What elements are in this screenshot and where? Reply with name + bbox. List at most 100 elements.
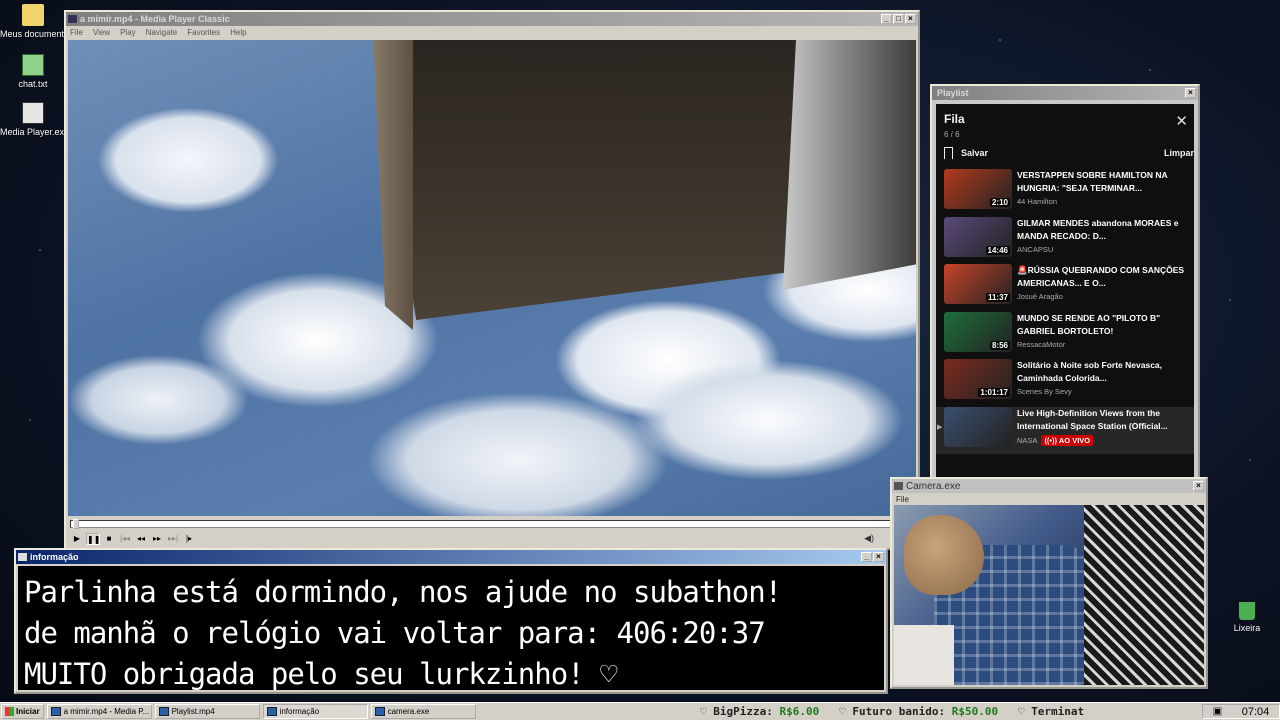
- camera-app-icon: [894, 482, 903, 490]
- stop-icon[interactable]: ■: [102, 533, 116, 545]
- playlist-panel: Fila 6 / 6 ✕ Salvar Limpar 2:10 VERSTAPP…: [936, 104, 1194, 480]
- media-player-titlebar[interactable]: a mimir.mp4 - Media Player Classic _ □ ×: [66, 12, 918, 26]
- volume-icon[interactable]: ◀): [864, 533, 874, 544]
- menu-play[interactable]: Play: [120, 28, 136, 37]
- task-playlist[interactable]: Playlist.mp4: [154, 704, 260, 719]
- video-thumbnail: [944, 406, 1012, 447]
- playlist-item[interactable]: 14:46 GILMAR MENDES abandona MORAES e MA…: [936, 216, 1194, 265]
- task-label: Playlist.mp4: [171, 707, 215, 716]
- desktop-icon-recycle-bin[interactable]: Lixeira: [1214, 602, 1280, 633]
- playlist-title: Fila: [944, 112, 965, 126]
- clock[interactable]: 07:04: [1242, 706, 1270, 718]
- menu-file[interactable]: File: [70, 28, 83, 37]
- info-titlebar[interactable]: informação _ ×: [16, 550, 886, 564]
- channel-name: Scenes By Sevy: [1017, 387, 1072, 396]
- camera-titlebar[interactable]: Camera.exe ×: [892, 479, 1206, 493]
- live-badge: ((•)) AO VIVO: [1041, 434, 1094, 446]
- duration-badge: 14:46: [985, 245, 1010, 255]
- playlist-actions: Salvar Limpar: [936, 139, 1194, 160]
- patterned-blanket: [1084, 505, 1204, 685]
- play-icon[interactable]: ▶: [70, 533, 84, 545]
- maximize-button[interactable]: □: [893, 14, 904, 24]
- duration-badge: 11:37: [985, 293, 1010, 302]
- playlist-header: Fila 6 / 6 ✕: [936, 104, 1194, 139]
- video-thumbnail: 1:01:17: [944, 359, 1012, 399]
- playlist-item[interactable]: 1:01:17 Solitário à Noite sob Forte Neva…: [936, 359, 1194, 407]
- menu-favorites[interactable]: Favorites: [187, 28, 220, 37]
- playlist-window[interactable]: Playlist × Fila 6 / 6 ✕ Salvar Limpar 2:…: [930, 84, 1200, 486]
- info-line: Parlinha está dormindo, nos ajude no sub…: [24, 575, 782, 609]
- close-icon[interactable]: ✕: [1175, 112, 1188, 130]
- donation-amount: R$6.00: [779, 705, 820, 718]
- donation-ticker: ♡ BigPizza: R$6.00 ♡ Futuro banido: R$50…: [700, 703, 1200, 720]
- forward-icon[interactable]: ▸▸: [150, 533, 164, 545]
- channel-name: 44 Hamilton: [1017, 197, 1058, 206]
- camera-window[interactable]: Camera.exe × File: [890, 477, 1208, 689]
- video-thumbnail: 8:56: [944, 311, 1012, 352]
- task-camera[interactable]: camera.exe: [370, 704, 476, 719]
- close-button[interactable]: ×: [1185, 88, 1196, 98]
- pause-icon[interactable]: ❚❚: [86, 533, 100, 545]
- playlist-items: 2:10 VERSTAPPEN SOBRE HAMILTON NA HUNGRI…: [936, 169, 1194, 454]
- close-button[interactable]: ×: [1193, 481, 1204, 491]
- rewind-icon[interactable]: ◂◂: [134, 533, 148, 545]
- station-module-edge: [373, 40, 413, 330]
- minimize-button[interactable]: _: [861, 552, 872, 562]
- desktop-icon-my-documents[interactable]: Meus documentos: [0, 4, 74, 39]
- close-button[interactable]: ×: [905, 14, 916, 24]
- start-button[interactable]: Iniciar: [1, 704, 44, 719]
- menu-navigate[interactable]: Navigate: [146, 28, 178, 37]
- duration-badge: 2:10: [989, 198, 1010, 207]
- previous-icon[interactable]: |◂◂: [118, 533, 132, 545]
- clear-button[interactable]: Limpar: [1164, 148, 1194, 158]
- next-icon[interactable]: ▸▸|: [166, 533, 180, 545]
- seek-thumb[interactable]: [73, 519, 79, 529]
- info-title: informação: [30, 552, 79, 562]
- duration-badge: 1:01:17: [978, 388, 1010, 397]
- camera-icon: [374, 707, 385, 716]
- playlist-titlebar[interactable]: Playlist ×: [932, 86, 1198, 100]
- task-label: a mimir.mp4 - Media P...: [63, 707, 150, 716]
- playlist-item[interactable]: 2:10 VERSTAPPEN SOBRE HAMILTON NA HUNGRI…: [936, 169, 1194, 217]
- folder-icon: [22, 4, 44, 26]
- menu-file[interactable]: File: [896, 495, 909, 504]
- playback-controls: ▶ ❚❚ ■ |◂◂ ◂◂ ▸▸ ▸▸| |▸: [70, 532, 196, 546]
- seek-bar[interactable]: [70, 519, 916, 529]
- task-media-player[interactable]: a mimir.mp4 - Media P...: [46, 704, 152, 719]
- playlist-item-current[interactable]: ▶ Live High-Definition Views from the In…: [936, 406, 1194, 454]
- app-icon: [68, 15, 77, 23]
- channel-name: Josué Aragão: [1017, 292, 1063, 301]
- task-label: camera.exe: [387, 707, 430, 716]
- media-player-window[interactable]: a mimir.mp4 - Media Player Classic _ □ ×…: [64, 10, 920, 550]
- frame-step-icon[interactable]: |▸: [182, 533, 196, 545]
- menu-view[interactable]: View: [93, 28, 110, 37]
- playlist-window-title: Playlist: [937, 88, 969, 98]
- playlist-item[interactable]: 11:37 🚨RÚSSIA QUEBRANDO COM SANÇÕES AMER…: [936, 264, 1194, 312]
- video-frame[interactable]: [68, 40, 916, 516]
- info-app-icon: [18, 553, 27, 561]
- network-icon[interactable]: ▣: [1213, 706, 1222, 717]
- video-title: 🚨RÚSSIA QUEBRANDO COM SANÇÕES AMERICANAS…: [1017, 265, 1185, 288]
- media-player-icon: [50, 707, 61, 716]
- playlist-item[interactable]: 8:56 MUNDO SE RENDE AO "PILOTO B" GABRIE…: [936, 311, 1194, 360]
- camera-menubar: File: [892, 493, 1206, 505]
- save-button[interactable]: Salvar: [944, 147, 988, 160]
- info-line: de manhã o relógio vai voltar para: 406:…: [24, 616, 766, 650]
- notepad-icon: [22, 54, 44, 76]
- media-player-icon: [22, 102, 44, 124]
- video-thumbnail: 14:46: [944, 216, 1012, 257]
- video-title: VERSTAPPEN SOBRE HAMILTON NA HUNGRIA: "S…: [1017, 170, 1168, 193]
- duration-badge: 8:56: [989, 340, 1010, 350]
- menu-help[interactable]: Help: [230, 28, 246, 37]
- camera-title: Camera.exe: [906, 480, 961, 492]
- desktop-icon-chat-txt[interactable]: chat.txt: [0, 54, 66, 89]
- desktop-icon-media-player[interactable]: Media Player.exe: [0, 102, 69, 137]
- task-info[interactable]: informação: [262, 704, 368, 719]
- now-playing-icon: ▶: [937, 423, 943, 431]
- info-window[interactable]: informação _ × Parlinha está dormindo, n…: [14, 548, 888, 694]
- close-button[interactable]: ×: [873, 552, 884, 562]
- minimize-button[interactable]: _: [881, 14, 892, 24]
- video-title: MUNDO SE RENDE AO "PILOTO B" GABRIEL BOR…: [1017, 312, 1161, 336]
- live-icon: ((•)): [1044, 435, 1058, 445]
- donor-name: BigPizza:: [713, 705, 773, 718]
